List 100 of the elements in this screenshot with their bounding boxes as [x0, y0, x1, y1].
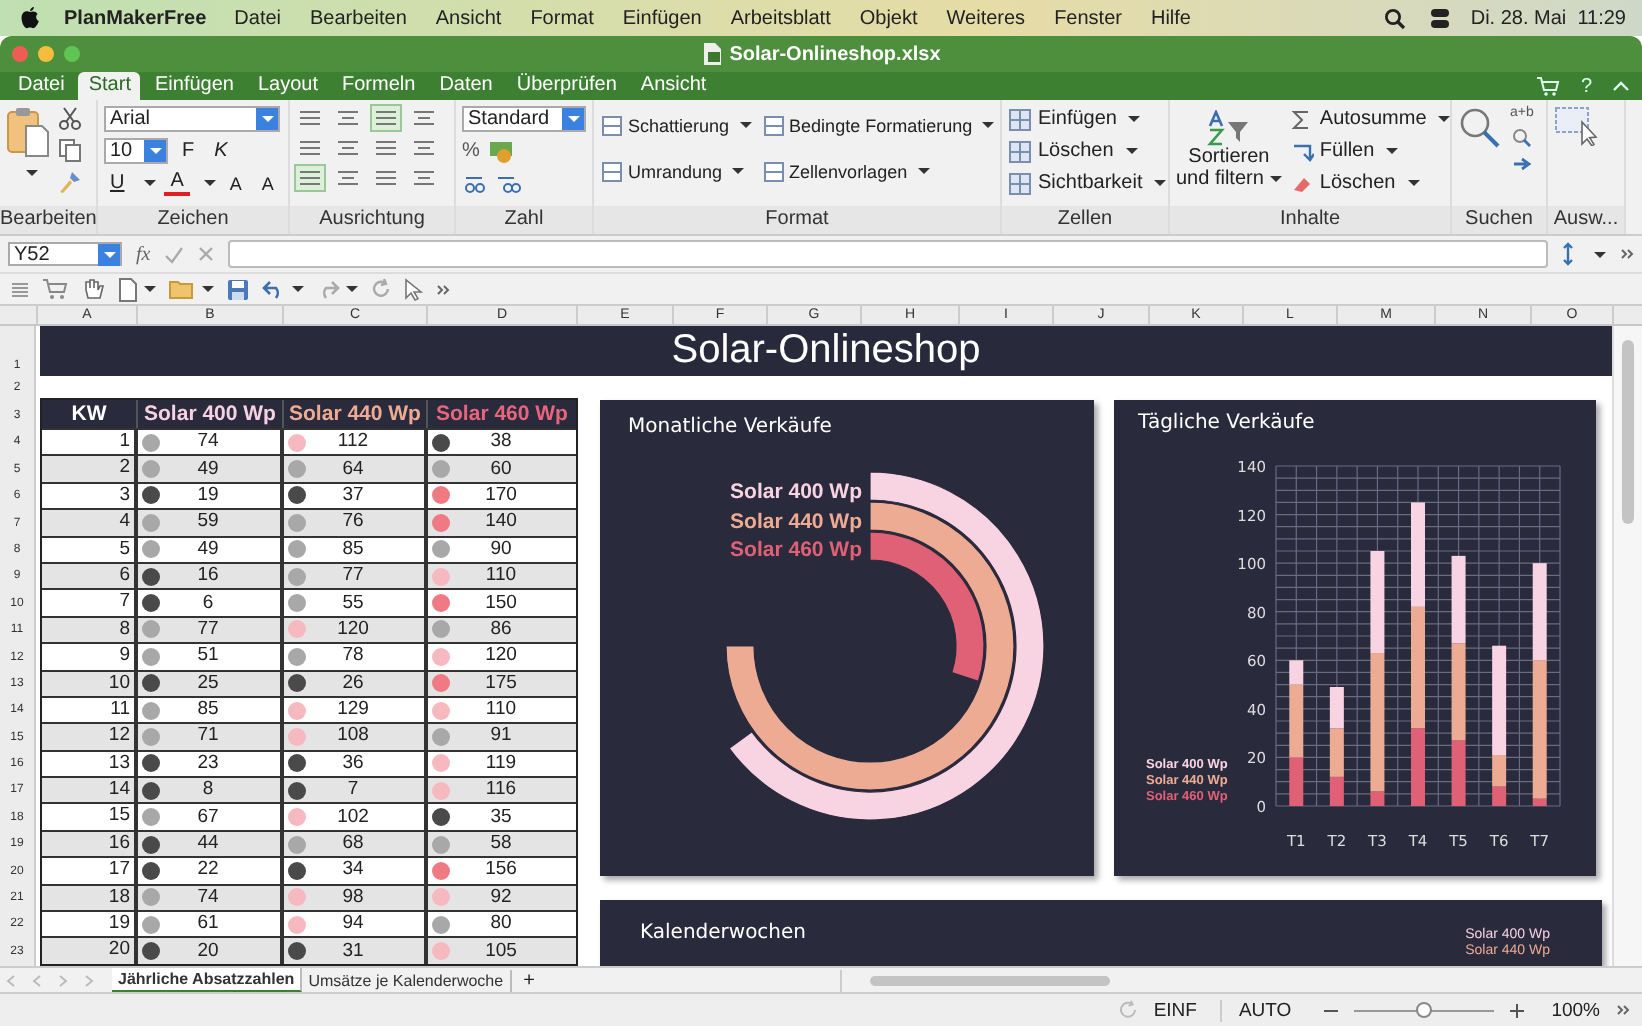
alignment-icon[interactable] [334, 136, 362, 160]
double-chevron-icon[interactable] [1620, 248, 1634, 260]
ribbon-tab[interactable]: Überprüfen [506, 72, 627, 100]
ribbon-command[interactable]: Schattierung [600, 112, 752, 138]
menu-item[interactable]: Datei [234, 7, 282, 29]
function-button[interactable]: fx [136, 243, 151, 265]
menu-item[interactable]: Hilfe [1150, 7, 1191, 29]
ribbon-tab[interactable]: Einfügen [144, 72, 244, 100]
alignment-icon[interactable] [410, 136, 438, 160]
grow-font-button[interactable]: A [223, 173, 248, 193]
ribbon-tab[interactable]: Start [78, 72, 141, 100]
currency-icon[interactable] [487, 139, 514, 163]
vertical-scrollbar[interactable] [1612, 326, 1642, 966]
caret-icon[interactable] [292, 286, 304, 292]
alignment-icon[interactable] [410, 106, 438, 130]
ribbon-command[interactable]: Löschen [1289, 170, 1450, 196]
cart-icon[interactable] [1536, 76, 1561, 96]
ribbon-command[interactable]: Bedingte Formatierung [761, 112, 995, 138]
alignment-icon[interactable] [296, 166, 324, 190]
legend-label: Solar 440 Wp [730, 507, 862, 536]
ribbon-tab[interactable]: Layout [247, 72, 328, 100]
bold-button[interactable]: F [176, 140, 201, 162]
font-color-button[interactable]: A [164, 171, 190, 195]
ribbon-command[interactable]: Autosumme [1289, 106, 1450, 132]
alignment-icon[interactable] [372, 166, 400, 190]
menu-item[interactable]: Format [530, 7, 594, 29]
ribbon-command[interactable]: Umrandung [600, 158, 752, 184]
menu-item[interactable]: Bearbeiten [310, 7, 407, 29]
menu-item[interactable]: Objekt [859, 7, 918, 29]
formula-input[interactable] [228, 240, 1548, 268]
sheet-tab[interactable]: Jährliche Absatzzahlen [112, 968, 303, 992]
new-document-icon[interactable] [118, 277, 138, 301]
menu-item[interactable]: Arbeitsblatt [730, 7, 831, 29]
caret-icon[interactable] [202, 286, 214, 292]
zoom-in-icon[interactable] [1509, 1003, 1524, 1017]
copy-icon[interactable] [58, 138, 82, 162]
caret-icon[interactable] [144, 180, 157, 186]
italic-button[interactable]: K [208, 140, 234, 162]
paintbrush-icon[interactable] [58, 170, 82, 194]
close-icon[interactable] [198, 246, 215, 262]
apple-logo-icon[interactable] [20, 6, 40, 30]
sort-filter-button[interactable]: Sortieren und filtern [1176, 106, 1282, 190]
arrow-icon[interactable] [1511, 156, 1532, 172]
cart-icon[interactable] [42, 278, 68, 300]
app-name[interactable]: PlanMakerFree [64, 7, 207, 29]
slider-thumb[interactable] [1415, 1001, 1432, 1017]
ribbon-tab[interactable]: Datei [8, 72, 75, 100]
alignment-icon[interactable] [296, 136, 324, 160]
ribbon-command[interactable]: Füllen [1289, 138, 1450, 164]
ribbon-command[interactable]: Zellenvorlagen [761, 158, 995, 184]
number-format-select[interactable]: Standard [462, 106, 586, 132]
hand-icon[interactable] [80, 276, 106, 302]
ribbon-tab[interactable]: Daten [429, 72, 503, 100]
menu-item[interactable]: Ansicht [435, 7, 502, 29]
minimize-button[interactable] [38, 46, 54, 62]
percent-button[interactable]: % [462, 140, 480, 162]
decimal-icon[interactable] [496, 171, 522, 195]
alignment-icon[interactable] [372, 136, 400, 160]
caret-icon[interactable] [144, 286, 156, 292]
menu-item[interactable]: Einfügen [622, 7, 702, 29]
collapse-chevron-icon[interactable] [1612, 80, 1630, 92]
add-sheet-button[interactable]: + [523, 969, 535, 991]
ribbon-tab[interactable]: Ansicht [630, 72, 717, 100]
scissors-icon[interactable] [58, 106, 82, 130]
ribbon-command[interactable]: Einfügen [1008, 106, 1167, 132]
font-size-select[interactable]: 10 [104, 138, 168, 164]
alignment-icon[interactable] [410, 166, 438, 190]
shrink-font-button[interactable]: A [255, 173, 280, 193]
menu-item[interactable]: Weiteres [946, 7, 1026, 29]
repeat-icon[interactable] [370, 278, 392, 300]
help-button[interactable]: ? [1580, 75, 1592, 97]
alignment-icon[interactable] [296, 106, 324, 130]
double-chevron-icon[interactable] [436, 283, 450, 295]
caret-icon[interactable] [346, 286, 358, 292]
selection-pointer-icon[interactable] [1554, 106, 1598, 146]
caret-icon[interactable] [1594, 251, 1606, 257]
alignment-icon[interactable] [372, 106, 400, 130]
ribbon-command[interactable]: Sichtbarkeit [1008, 170, 1167, 196]
search-icon[interactable] [1384, 7, 1407, 29]
alignment-icon[interactable] [334, 166, 362, 190]
double-chevron-icon[interactable] [1616, 1004, 1630, 1016]
decimal-icon[interactable] [462, 171, 488, 195]
checkmark-icon[interactable] [164, 245, 185, 263]
underline-button[interactable]: U [104, 172, 131, 194]
scrollbar-thumb[interactable] [1622, 340, 1634, 524]
menu-item[interactable]: Fenster [1054, 7, 1122, 29]
caret-icon[interactable] [203, 180, 216, 186]
scrollbar-thumb[interactable] [870, 975, 1110, 985]
pointer-icon[interactable] [404, 277, 424, 301]
paste-clipboard-icon[interactable] [6, 106, 50, 158]
save-icon[interactable] [226, 277, 250, 301]
alignment-icon[interactable] [334, 106, 362, 130]
ribbon-command[interactable]: Löschen [1008, 138, 1167, 164]
cell-reference-field[interactable]: Y52 [8, 242, 122, 266]
font-name-select[interactable]: Arial [104, 106, 280, 132]
caret-icon[interactable] [25, 170, 37, 176]
ribbon-tab[interactable]: Formeln [332, 72, 426, 100]
cell-value: 85 [195, 698, 221, 723]
expand-arrows-icon[interactable] [1562, 242, 1574, 266]
control-center-icon[interactable] [1430, 7, 1451, 29]
